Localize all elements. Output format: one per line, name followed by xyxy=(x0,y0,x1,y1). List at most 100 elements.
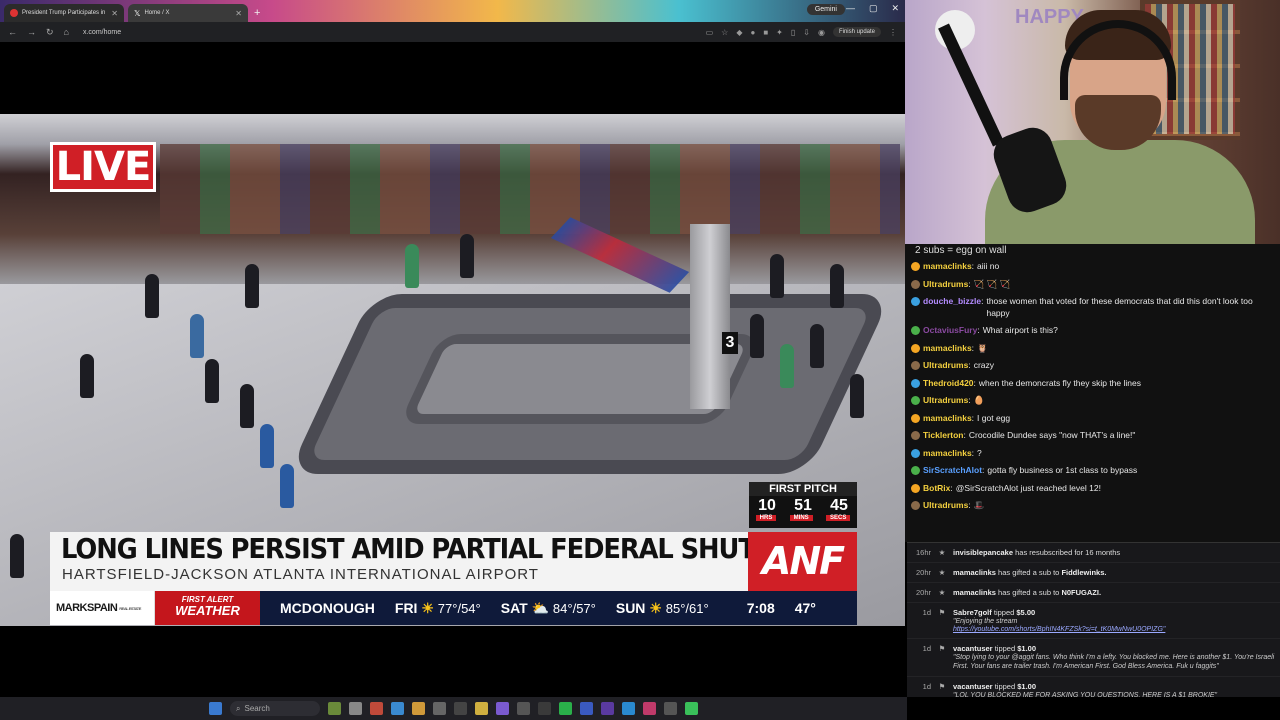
chat-text: 🎩 xyxy=(973,500,985,510)
new-tab-button[interactable]: + xyxy=(254,7,260,19)
feed-username[interactable]: vacantuser xyxy=(953,644,993,653)
download-icon[interactable]: ⇩ xyxy=(803,28,810,37)
app-icon[interactable] xyxy=(580,702,593,715)
app-icon[interactable] xyxy=(601,702,614,715)
sub-icon: ★ xyxy=(938,588,946,597)
start-icon[interactable] xyxy=(209,702,222,715)
sub-icon: ★ xyxy=(938,548,946,557)
chat-username[interactable]: Ultradrums xyxy=(923,360,968,372)
app-icon[interactable] xyxy=(391,702,404,715)
app-icon[interactable] xyxy=(538,702,551,715)
first-pitch-countdown: FIRST PITCH 10 51 45 HRS MINS SECS xyxy=(749,482,857,528)
gemini-button[interactable]: Gemini xyxy=(806,4,845,15)
taskbar-search[interactable]: ⌕ Search xyxy=(230,701,320,716)
activity-feed: 16hr ★ invisiblepancake has resubscribed f… xyxy=(907,542,1280,697)
chat-username[interactable]: Ultradrums xyxy=(923,279,968,291)
forecast-day: FRI ☀ 77°/54° xyxy=(395,600,481,617)
finish-update-button[interactable]: Finish update xyxy=(832,27,881,37)
extension-icon[interactable]: ■ xyxy=(763,28,768,37)
chat-username[interactable]: Ticklerton xyxy=(923,430,963,442)
app-icon[interactable] xyxy=(433,702,446,715)
chat-username[interactable]: BotRix xyxy=(923,483,950,495)
countdown-hours: 10 xyxy=(758,497,776,514)
cast-icon[interactable]: ▭ xyxy=(706,28,714,37)
bookmark-star-icon[interactable]: ☆ xyxy=(721,28,728,37)
chat-username[interactable]: Ultradrums xyxy=(923,395,968,407)
sidebar-icon[interactable]: ▯ xyxy=(791,28,795,37)
feed-body: vacantuser tipped $1.00 "LOL YOU BLOCKED … xyxy=(953,682,1276,697)
app-icon[interactable] xyxy=(454,702,467,715)
tip-amount: $1.00 xyxy=(1017,682,1037,691)
extension-icon[interactable]: ◆ xyxy=(736,28,742,37)
puzzle-icon[interactable]: ✦ xyxy=(776,28,783,37)
app-icon[interactable] xyxy=(328,702,341,715)
chat-username[interactable]: mamaclinks xyxy=(923,413,972,425)
chat-separator: : xyxy=(971,342,975,353)
close-tab-icon[interactable]: ✕ xyxy=(235,9,242,18)
home-icon[interactable]: ⌂ xyxy=(64,27,69,37)
feed-username[interactable]: vacantuser xyxy=(953,682,993,691)
chat-username[interactable]: Thedroid420 xyxy=(923,378,974,390)
feed-time: 1d xyxy=(922,682,931,691)
tip-message: "LOL YOU BLOCKED ME FOR ASKING YOU QUEST… xyxy=(953,692,1218,697)
profile-icon[interactable]: ◉ xyxy=(818,28,825,37)
back-icon[interactable]: ← xyxy=(8,27,17,37)
chat-username[interactable]: douche_bizzle xyxy=(923,296,981,308)
feed-username[interactable]: invisiblepancake xyxy=(953,548,1013,557)
news-video-player[interactable]: 3 LIVE FIRST PITCH 10 51 45 HRS MINS SEC… xyxy=(0,114,905,626)
chat-text: crazy xyxy=(973,360,995,370)
feed-time: 20hr xyxy=(915,568,931,577)
close-window-icon[interactable]: ✕ xyxy=(891,3,899,14)
feed-username[interactable]: Sabre7golf xyxy=(953,608,992,617)
chat-panel: 2 subs = egg on wall mamaclinks: aiii no U… xyxy=(905,244,1280,542)
maximize-icon[interactable]: ▢ xyxy=(869,3,878,14)
chat-badge-icon xyxy=(911,279,920,289)
app-icon[interactable] xyxy=(517,702,530,715)
app-icon[interactable] xyxy=(349,702,362,715)
chat-username[interactable]: mamaclinks xyxy=(923,261,972,273)
app-icon[interactable] xyxy=(643,702,656,715)
minimize-icon[interactable]: — xyxy=(846,3,855,14)
more-menu-icon[interactable]: ⋮ xyxy=(889,28,897,37)
app-icon[interactable] xyxy=(685,702,698,715)
traveler xyxy=(260,424,274,468)
tip-link[interactable]: https://youtube.com/shorts/BphIN4KFZSk?s… xyxy=(953,626,1276,633)
traveler xyxy=(240,384,254,428)
chat-username[interactable]: SirScratchAlot xyxy=(923,465,982,477)
feed-username[interactable]: mamaclinks xyxy=(953,568,996,577)
feed-target[interactable]: N0FUGAZI. xyxy=(1061,588,1101,597)
app-icon[interactable] xyxy=(664,702,677,715)
spotify-icon[interactable] xyxy=(559,702,572,715)
chrome-icon[interactable] xyxy=(412,702,425,715)
chat-separator: : xyxy=(968,278,971,289)
chat-username[interactable]: mamaclinks xyxy=(923,343,972,355)
extension-icon[interactable]: ● xyxy=(750,28,755,37)
feed-username[interactable]: mamaclinks xyxy=(953,588,996,597)
chat-badge-icon xyxy=(911,378,920,388)
x-logo-icon: 𝕏 xyxy=(134,8,141,18)
folder-icon[interactable] xyxy=(475,702,488,715)
countdown-seconds: 45 xyxy=(830,497,848,514)
traveler xyxy=(780,344,794,388)
feed-time: 1d xyxy=(922,644,931,653)
window-controls: — ▢ ✕ xyxy=(846,3,899,14)
feed-target[interactable]: Fiddlewinks. xyxy=(1061,568,1106,577)
chat-username[interactable]: mamaclinks xyxy=(923,448,972,460)
browser-tab-1[interactable]: 𝕏 Home / X ✕ xyxy=(128,4,248,22)
traveler xyxy=(80,354,94,398)
app-icon[interactable] xyxy=(370,702,383,715)
browser-tab-0[interactable]: President Trump Participates in ✕ xyxy=(4,4,124,22)
close-tab-icon[interactable]: ✕ xyxy=(111,9,118,18)
chat-username[interactable]: OctaviusFury xyxy=(923,325,977,337)
tip-icon: ⚑ xyxy=(938,644,946,653)
reload-icon[interactable]: ↻ xyxy=(46,27,54,38)
chat-text: 🏹 🏹 🏹 xyxy=(973,278,1011,289)
traveler xyxy=(850,374,864,418)
chat-username[interactable]: Ultradrums xyxy=(923,500,968,512)
app-icon[interactable] xyxy=(496,702,509,715)
app-icon[interactable] xyxy=(622,702,635,715)
forward-icon[interactable]: → xyxy=(27,27,36,37)
address-bar[interactable]: x.com/home xyxy=(83,29,121,36)
weather-label: WEATHER xyxy=(175,603,240,618)
chat-message: douche_bizzle: those women that voted for… xyxy=(905,293,1280,322)
